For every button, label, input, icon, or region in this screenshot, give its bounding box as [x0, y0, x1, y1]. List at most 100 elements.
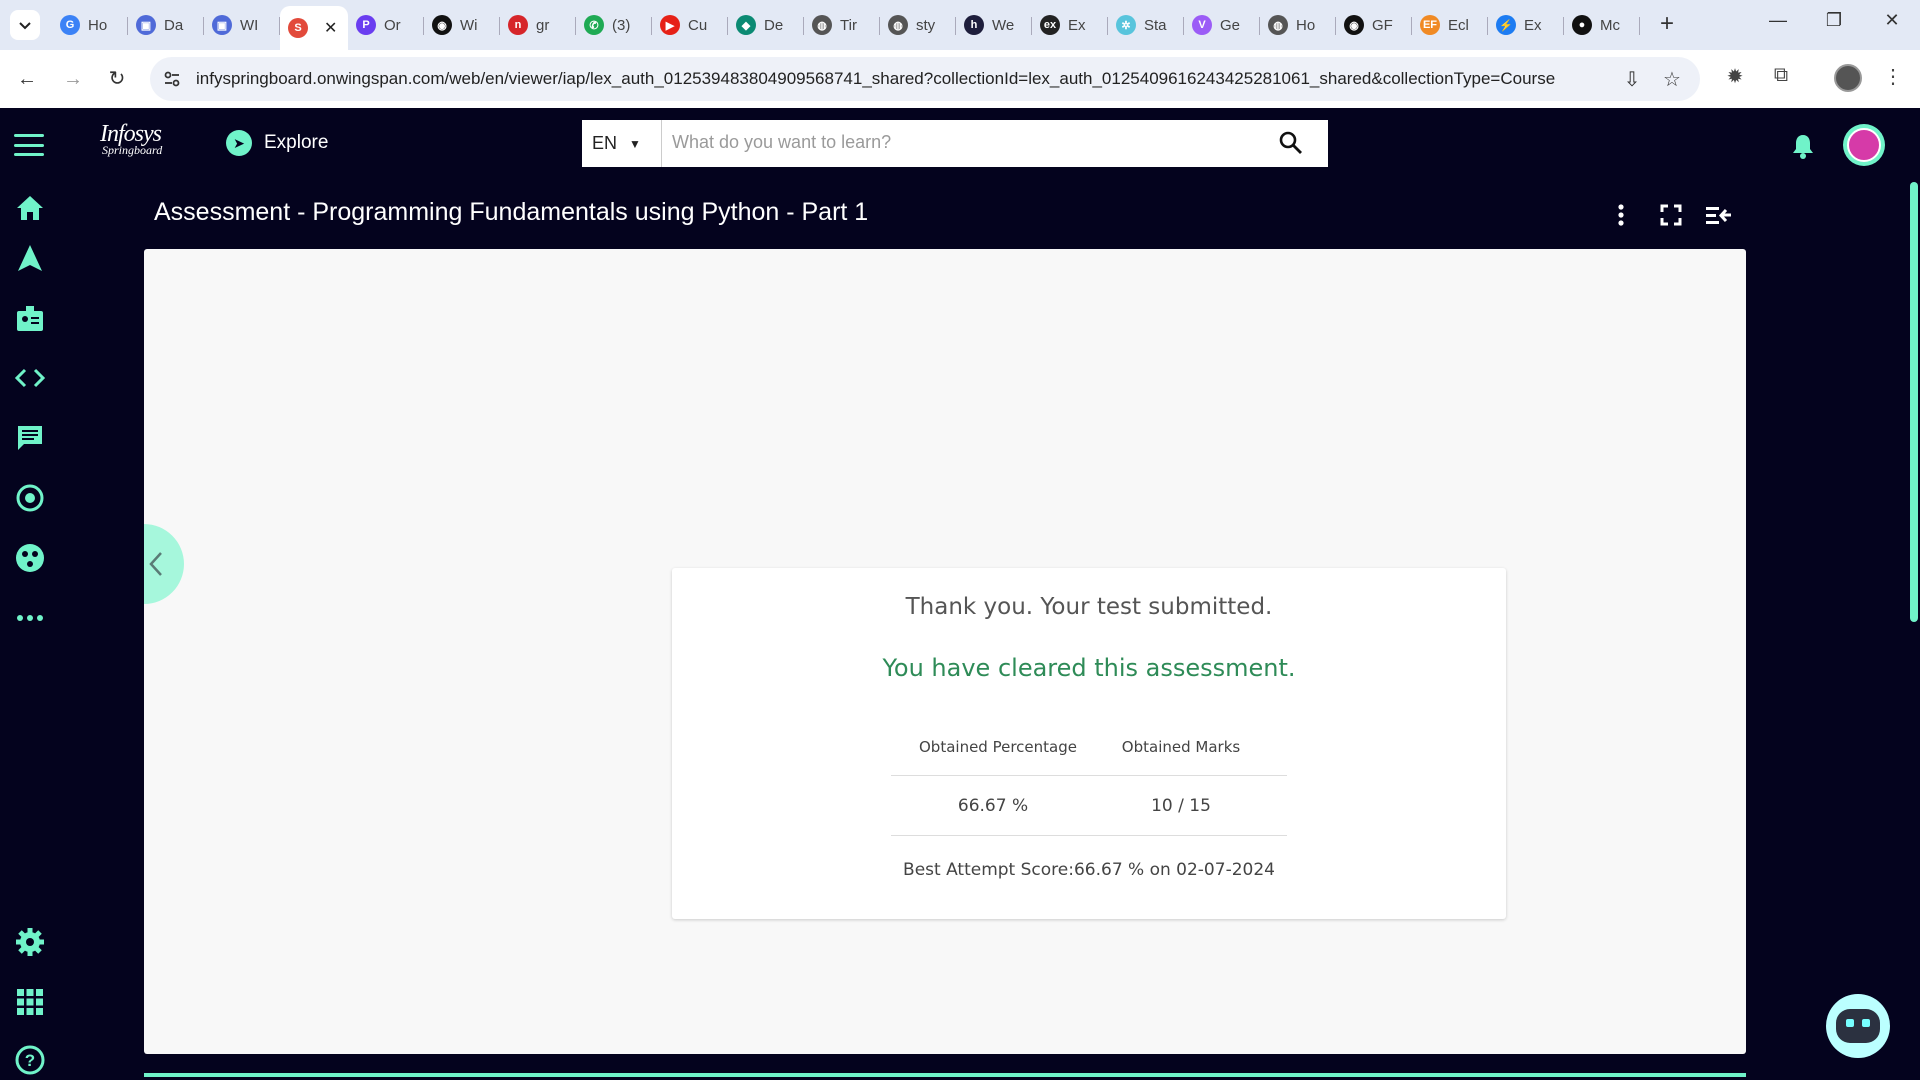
page-scrollbar[interactable] — [1908, 182, 1920, 1080]
close-window-button[interactable]: ✕ — [1872, 10, 1912, 31]
browser-tab[interactable]: n gr — [500, 9, 576, 41]
caret-down-icon: ▼ — [629, 136, 641, 151]
browser-tab[interactable]: ◉ GF — [1336, 9, 1412, 41]
back-button[interactable]: ← — [12, 64, 42, 94]
home-icon[interactable] — [14, 192, 46, 224]
tab-favicon-icon: EF — [1420, 15, 1440, 35]
apps-grid-icon[interactable] — [14, 986, 46, 1018]
code-icon[interactable] — [14, 362, 46, 394]
content-viewer: Thank you. Your test submitted. You have… — [144, 249, 1746, 1054]
tab-label: Ex — [1524, 16, 1542, 34]
browser-profile-avatar[interactable] — [1834, 64, 1862, 92]
extension-bug-icon[interactable]: ✹ — [1720, 64, 1750, 89]
tab-favicon-icon: ◍ — [1268, 15, 1288, 35]
column-header-percentage: Obtained Percentage — [919, 737, 1077, 756]
svg-text:?: ? — [25, 1051, 35, 1070]
tab-favicon-icon: P — [356, 15, 376, 35]
score-table: Obtained Percentage Obtained Marks 66.67… — [891, 718, 1287, 836]
settings-icon[interactable] — [14, 926, 46, 958]
browser-tab[interactable]: P Or — [348, 9, 424, 41]
tab-favicon-icon: h — [964, 15, 984, 35]
forward-button[interactable]: → — [58, 64, 88, 94]
app-header: Infosys Springboard ➤ Explore EN ▼ — [0, 108, 1920, 182]
tab-favicon-icon: ● — [1572, 15, 1592, 35]
browser-tab[interactable]: ✲ Sta — [1108, 9, 1184, 41]
browser-menu-icon[interactable]: ⋮ — [1878, 64, 1908, 89]
tab-favicon-icon: n — [508, 15, 528, 35]
collapse-toc-icon[interactable] — [1704, 200, 1734, 230]
tab-favicon-icon: ▣ — [136, 15, 156, 35]
infosys-springboard-logo[interactable]: Infosys Springboard — [100, 122, 162, 156]
language-select[interactable]: EN ▼ — [582, 120, 662, 167]
browser-tab[interactable]: ◍ Ho — [1260, 9, 1336, 41]
user-avatar[interactable] — [1843, 124, 1885, 166]
scrollbar-thumb[interactable] — [1910, 182, 1918, 622]
browser-tab[interactable]: ▶ Cu — [652, 9, 728, 41]
minimize-button[interactable]: — — [1758, 10, 1798, 31]
browser-tab[interactable]: V Ge — [1184, 9, 1260, 41]
tab-label: Ecl — [1448, 16, 1469, 34]
tab-label: Ho — [1296, 16, 1316, 34]
target-icon[interactable] — [14, 482, 46, 514]
browser-tab[interactable]: ⚡ Ex — [1488, 9, 1564, 41]
tab-label: Da — [164, 16, 184, 34]
tab-favicon-icon: ◉ — [1344, 15, 1364, 35]
more-options-icon[interactable] — [1606, 200, 1636, 230]
browser-tab[interactable]: ✆ (3) — [576, 9, 652, 41]
badge-icon[interactable] — [14, 302, 46, 334]
chevron-down-icon — [19, 22, 31, 30]
extensions-puzzle-icon[interactable]: ⧉ — [1766, 64, 1796, 87]
browser-tab[interactable]: G Ho — [52, 9, 128, 41]
tab-search-button[interactable] — [10, 10, 40, 40]
help-icon[interactable]: ? — [14, 1044, 46, 1076]
tab-favicon-icon: ◆ — [736, 15, 756, 35]
tab-label: Ho — [88, 16, 108, 34]
search-icon[interactable] — [1278, 130, 1304, 156]
install-app-icon[interactable]: ⇩ — [1618, 67, 1646, 92]
new-tab-button[interactable]: + — [1652, 10, 1682, 38]
browser-tab[interactable]: ◆ De — [728, 9, 804, 41]
tab-separator — [1639, 17, 1640, 35]
close-tab-icon[interactable]: ✕ — [324, 18, 337, 38]
browser-tab[interactable]: ◉ Wi — [424, 9, 500, 41]
browser-tab[interactable]: ex Ex — [1032, 9, 1108, 41]
obtained-percentage-value: 66.67 % — [957, 795, 1029, 816]
browser-tab[interactable]: S ✕ — [280, 6, 348, 50]
notification-bell-icon[interactable] — [1790, 132, 1816, 160]
bookmark-star-icon[interactable]: ☆ — [1658, 67, 1686, 92]
assessment-result-card: Thank you. Your test submitted. You have… — [672, 568, 1506, 919]
tab-favicon-icon: G — [60, 15, 80, 35]
url-text: infyspringboard.onwingspan.com/web/en/vi… — [196, 69, 1556, 88]
robot-icon — [1836, 1009, 1880, 1043]
reload-button[interactable]: ↻ — [102, 64, 132, 94]
browser-tab[interactable]: EF Ecl — [1412, 9, 1488, 41]
navigate-icon[interactable] — [14, 242, 46, 274]
avatar-image — [1847, 128, 1881, 162]
site-info-icon[interactable] — [162, 69, 182, 89]
community-icon[interactable] — [14, 542, 46, 574]
search-input[interactable] — [672, 120, 1252, 165]
hamburger-menu-icon[interactable] — [14, 134, 44, 156]
column-header-marks: Obtained Marks — [1121, 737, 1241, 756]
browser-tab[interactable]: ▣ WI — [204, 9, 280, 41]
browser-tab[interactable]: ● Mc — [1564, 9, 1640, 41]
browser-tab[interactable]: ▣ Da — [128, 9, 204, 41]
browser-tab[interactable]: h We — [956, 9, 1032, 41]
language-value: EN — [592, 133, 618, 153]
browser-tab[interactable]: ◍ sty — [880, 9, 956, 41]
explore-link[interactable]: ➤ Explore — [226, 130, 328, 156]
tab-favicon-icon: ▶ — [660, 15, 680, 35]
address-bar[interactable]: infyspringboard.onwingspan.com/web/en/vi… — [150, 57, 1700, 101]
tab-label: Ge — [1220, 16, 1241, 34]
chat-icon[interactable] — [14, 422, 46, 454]
submission-message: Thank you. Your test submitted. — [905, 594, 1273, 620]
more-icon[interactable] — [14, 602, 46, 634]
restore-button[interactable]: ❐ — [1814, 10, 1854, 31]
tab-favicon-icon: ✲ — [1116, 15, 1136, 35]
fullscreen-icon[interactable] — [1656, 200, 1686, 230]
browser-tab[interactable]: ◍ Tir — [804, 9, 880, 41]
tab-label: sty — [916, 16, 936, 34]
tab-label: gr — [536, 16, 550, 34]
chatbot-button[interactable] — [1826, 994, 1890, 1058]
cleared-message: You have cleared this assessment. — [882, 654, 1296, 682]
